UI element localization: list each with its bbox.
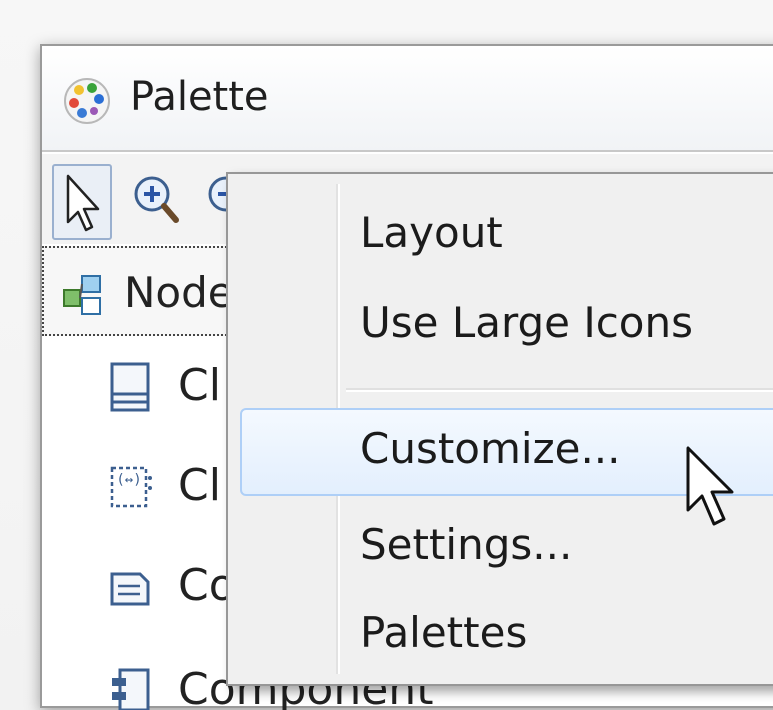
menu-item-use-large-icons[interactable]: Use Large Icons	[240, 282, 773, 366]
menu-item-label: Settings...	[360, 520, 573, 569]
palette-title-bar[interactable]: Palette	[42, 46, 773, 152]
screen: Palette Node Cl (↔) Cl Co Component Layo…	[0, 0, 773, 710]
palette-entry-label: Cl	[178, 360, 221, 411]
arrow-pointer-icon	[54, 174, 110, 242]
node-group-icon	[60, 272, 106, 318]
menu-item-label: Palettes	[360, 608, 528, 657]
comment-icon	[108, 560, 154, 616]
component-icon	[108, 664, 154, 710]
menu-separator	[346, 388, 773, 392]
svg-text:(↔): (↔)	[116, 472, 141, 488]
menu-item-label: Customize...	[360, 424, 621, 473]
menu-item-label: Layout	[360, 208, 503, 257]
mouse-cursor-icon	[684, 444, 738, 530]
menu-item-layout[interactable]: Layout	[240, 192, 773, 276]
zoom-in-button[interactable]	[128, 164, 184, 236]
menu-item-label: Use Large Icons	[360, 298, 694, 347]
palette-entry-label: Cl	[178, 460, 221, 511]
menu-item-palettes[interactable]: Palettes	[240, 592, 773, 676]
class-icon	[108, 360, 154, 416]
palette-title: Palette	[130, 74, 269, 120]
zoom-in-icon	[128, 176, 184, 240]
collaboration-icon: (↔)	[108, 460, 154, 516]
palette-icon	[62, 76, 112, 126]
palette-context-menu: Layout Use Large Icons Customize... Sett…	[226, 172, 773, 686]
node-drawer-label: Node	[124, 268, 234, 317]
select-tool-button[interactable]	[52, 164, 112, 240]
